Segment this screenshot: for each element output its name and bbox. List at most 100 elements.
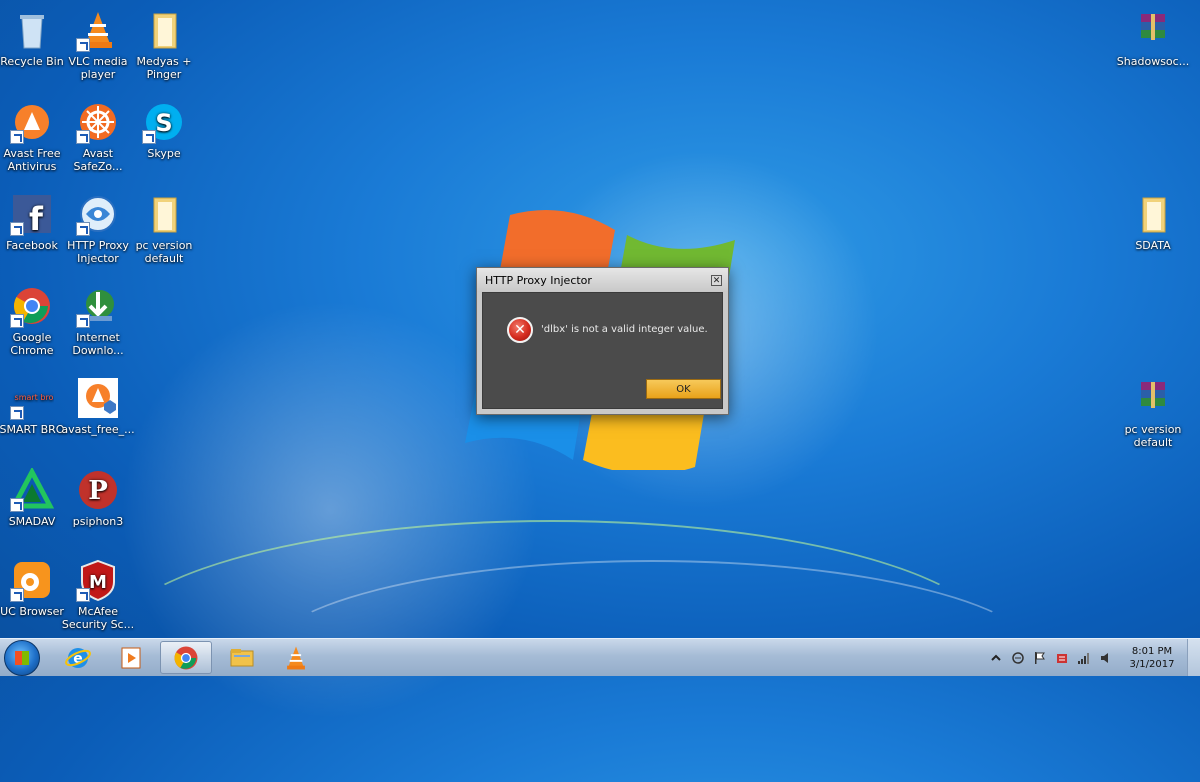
desktop-icon-label: McAfee Security Sc... [61, 605, 135, 631]
vlc-cone-icon [76, 8, 120, 52]
signal-strength-icon[interactable] [1077, 651, 1091, 665]
facebook-icon: f [10, 192, 54, 238]
desktop-icon-label: Medyas + Pinger [136, 55, 192, 81]
desktop-icon-internet-download[interactable]: Internet Downlo... [61, 280, 135, 364]
winrar-archive-icon [1131, 376, 1175, 420]
desktop-icon-label: SDATA [1135, 239, 1171, 252]
desktop-icon-label: pc version default [135, 239, 193, 265]
shortcut-arrow-icon [10, 498, 24, 512]
desktop-icon-facebook[interactable]: f Facebook [0, 188, 69, 272]
system-tray: 8:01 PM 3/1/2017 [985, 639, 1200, 676]
desktop-icon-smart-bro[interactable]: smart bro SMART BRO [0, 372, 69, 456]
clock-time: 8:01 PM [1131, 645, 1173, 657]
tray-app-icon[interactable] [1055, 651, 1069, 665]
desktop-icon-skype[interactable]: S Skype [127, 96, 201, 180]
desktop-icon-pc-version-default[interactable]: pc version default [127, 188, 201, 272]
show-desktop-button[interactable] [1187, 639, 1200, 676]
close-icon[interactable]: ✕ [711, 274, 722, 286]
dialog-titlebar[interactable]: HTTP Proxy Injector ✕ [477, 268, 728, 292]
clock[interactable]: 8:01 PM 3/1/2017 [1117, 645, 1187, 671]
desktop-icon-smadav[interactable]: SMADAV [0, 464, 69, 548]
taskbar-media-player[interactable] [105, 641, 157, 674]
desktop-icon-shadowsocks[interactable]: Shadowsoc... [1116, 4, 1190, 88]
desktop-icon-avast-free[interactable]: Avast Free Antivirus [0, 96, 69, 180]
svg-text:P: P [88, 476, 108, 506]
error-dialog: HTTP Proxy Injector ✕ ✕ 'dlbx' is not a … [476, 267, 729, 415]
desktop-icon-medyas[interactable]: Medyas + Pinger [127, 4, 201, 88]
taskbar-vlc[interactable] [270, 641, 322, 674]
svg-text:f: f [29, 200, 44, 236]
shortcut-arrow-icon [76, 130, 90, 144]
desktop-icon-label: Google Chrome [10, 331, 54, 357]
idm-icon [76, 284, 120, 328]
shortcut-arrow-icon [10, 222, 24, 236]
smadav-icon [9, 466, 55, 512]
desktop-icon-label: Avast Free Antivirus [3, 147, 61, 173]
taskbar: e 8:01 PM 3/1/2017 [0, 638, 1200, 676]
folder-icon [230, 648, 254, 666]
avast-installer-icon [76, 376, 120, 420]
avast-safezone-icon [76, 100, 120, 144]
psiphon-icon: P [76, 468, 120, 512]
internet-explorer-icon: e [65, 647, 91, 668]
desktop-icon-sdata[interactable]: SDATA [1116, 188, 1190, 272]
shortcut-arrow-icon [10, 588, 24, 602]
desktop-icon-label: UC Browser [0, 605, 64, 618]
ok-button[interactable]: OK [646, 379, 721, 399]
media-player-icon [121, 647, 141, 668]
shortcut-arrow-icon [76, 314, 90, 328]
desktop-icon-psiphon3[interactable]: P psiphon3 [61, 464, 135, 548]
svg-text:S: S [155, 109, 172, 137]
taskbar-internet-explorer[interactable]: e [52, 641, 104, 674]
action-center-flag-icon[interactable] [1033, 651, 1047, 665]
desktop-icon-recycle-bin[interactable]: Recycle Bin [0, 4, 69, 88]
svg-text:M: M [89, 572, 107, 593]
desktop-icon-label: SMART BRO [0, 423, 65, 436]
folder-icon [1131, 192, 1175, 236]
dialog-body: ✕ 'dlbx' is not a valid integer value. O… [482, 292, 723, 409]
desktop-icon-google-chrome[interactable]: Google Chrome [0, 280, 69, 364]
shortcut-arrow-icon [10, 406, 24, 420]
desktop-icon-label: psiphon3 [72, 515, 124, 528]
shortcut-arrow-icon [10, 130, 24, 144]
desktop-icon-avast-installer[interactable]: avast_free_... [61, 372, 135, 456]
desktop-icon-pc-version-default-archive[interactable]: pc version default [1116, 372, 1190, 456]
error-icon: ✕ [507, 317, 533, 343]
shortcut-arrow-icon [76, 588, 90, 602]
shortcut-arrow-icon [76, 222, 90, 236]
chrome-icon [10, 284, 54, 328]
desktop-icon-label: Skype [147, 147, 181, 160]
desktop-icon-avast-safezone[interactable]: Avast SafeZo... [61, 96, 135, 180]
dialog-title: HTTP Proxy Injector [485, 273, 592, 287]
desktop-icon-label: Shadowsoc... [1116, 55, 1190, 68]
network-status-icon[interactable] [1011, 651, 1025, 665]
desktop-icon-label: pc version default [1124, 423, 1182, 449]
smart-bro-icon: smart bro [10, 376, 54, 420]
chrome-icon [174, 646, 198, 669]
taskbar-explorer[interactable] [216, 641, 268, 674]
shortcut-arrow-icon [76, 38, 90, 52]
desktop-icon-label: Recycle Bin [0, 55, 64, 68]
mcafee-icon: M [76, 558, 120, 602]
folder-icon [142, 192, 186, 236]
desktop-icon-uc-browser[interactable]: UC Browser [0, 554, 69, 638]
desktop-icon-label: Avast SafeZo... [73, 147, 123, 173]
desktop-icon-mcafee[interactable]: M McAfee Security Sc... [61, 554, 135, 638]
desktop-icon-label: Internet Downlo... [72, 331, 124, 357]
desktop-icon-label: VLC media player [68, 55, 128, 81]
desktop-icon-vlc[interactable]: VLC media player [61, 4, 135, 88]
desktop-icon-label: HTTP Proxy Injector [67, 239, 129, 265]
shortcut-arrow-icon [142, 130, 156, 144]
desktop-icon-label: Facebook [6, 239, 58, 252]
clock-date: 3/1/2017 [1129, 658, 1175, 670]
vlc-cone-icon [287, 646, 305, 669]
desktop-icon-label: SMADAV [8, 515, 56, 528]
desktop-icon-http-proxy-injector[interactable]: HTTP Proxy Injector [61, 188, 135, 272]
start-button[interactable] [4, 640, 40, 676]
recycle-bin-icon [10, 8, 54, 52]
show-hidden-icons-icon[interactable] [989, 651, 1003, 665]
volume-icon[interactable] [1099, 651, 1113, 665]
taskbar-chrome[interactable] [160, 641, 212, 674]
winrar-archive-icon [1131, 8, 1175, 52]
skype-icon: S [142, 100, 186, 144]
